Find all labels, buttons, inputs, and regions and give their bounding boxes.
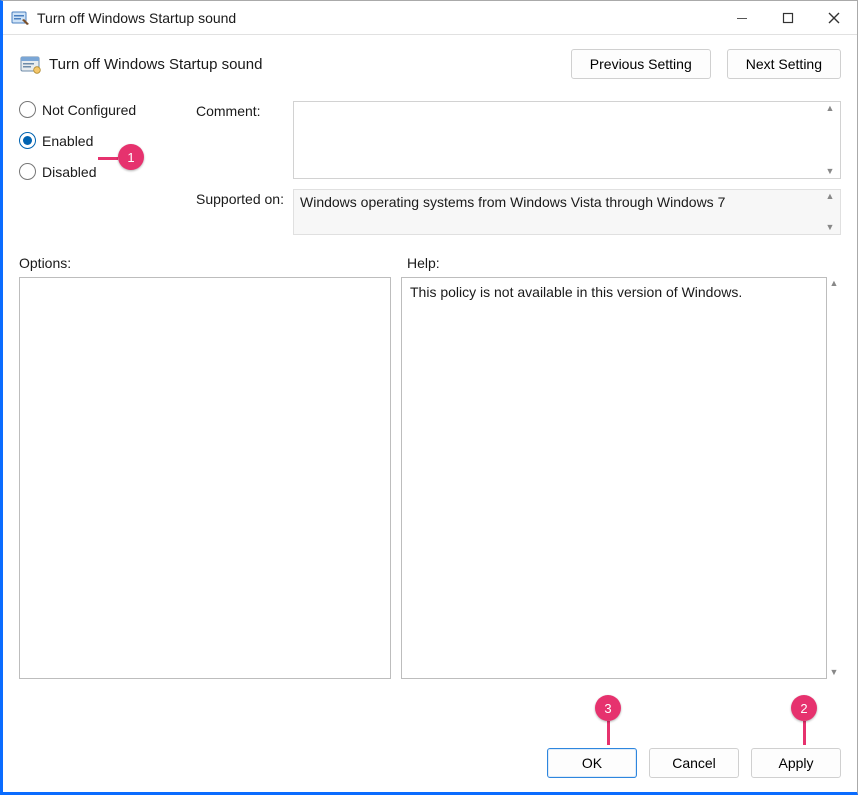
policy-title: Turn off Windows Startup sound [49, 56, 262, 73]
scroll-down-icon: ▼ [826, 223, 835, 232]
scroll-down-icon: ▼ [830, 668, 839, 677]
previous-setting-button[interactable]: Previous Setting [571, 49, 711, 79]
annotation-badge-2: 2 [791, 695, 817, 721]
annotation-line [803, 721, 806, 745]
supported-on-box: Windows operating systems from Windows V… [293, 189, 841, 235]
window-title: Turn off Windows Startup sound [37, 10, 236, 26]
scrollbar-vertical[interactable]: ▲ ▼ [823, 104, 837, 176]
radio-label: Enabled [42, 133, 93, 149]
scroll-up-icon: ▲ [830, 279, 839, 288]
scrollbar-vertical[interactable]: ▲ ▼ [823, 192, 837, 232]
radio-not-configured[interactable]: Not Configured [19, 101, 194, 118]
next-setting-button[interactable]: Next Setting [727, 49, 841, 79]
scroll-down-icon: ▼ [826, 167, 835, 176]
options-pane [19, 277, 391, 679]
annotation-line [98, 157, 118, 160]
annotation-badge-3: 3 [595, 695, 621, 721]
annotation-line [607, 721, 610, 745]
maximize-button[interactable] [765, 1, 811, 35]
scroll-up-icon: ▲ [826, 104, 835, 113]
annotation-badge-1: 1 [118, 144, 144, 170]
radio-icon [19, 132, 36, 149]
supported-on-value: Windows operating systems from Windows V… [300, 194, 725, 210]
minimize-button[interactable] [719, 1, 765, 35]
comment-label: Comment: [196, 101, 291, 179]
supported-on-label: Supported on: [196, 189, 291, 235]
radio-disabled[interactable]: Disabled [19, 163, 194, 180]
comment-textarea[interactable]: ▲ ▼ [293, 101, 841, 179]
titlebar: Turn off Windows Startup sound [3, 1, 857, 35]
ok-button[interactable]: OK [547, 748, 637, 778]
apply-button[interactable]: Apply [751, 748, 841, 778]
help-text: This policy is not available in this ver… [410, 284, 742, 300]
options-label: Options: [19, 255, 407, 271]
radio-icon [19, 101, 36, 118]
radio-enabled[interactable]: Enabled [19, 132, 194, 149]
policy-icon [19, 53, 41, 75]
scroll-up-icon: ▲ [826, 192, 835, 201]
radio-label: Not Configured [42, 102, 136, 118]
gpedit-icon [11, 9, 29, 27]
scrollbar-vertical[interactable]: ▲ ▼ [827, 277, 841, 679]
cancel-button[interactable]: Cancel [649, 748, 739, 778]
help-pane: This policy is not available in this ver… [401, 277, 827, 679]
radio-label: Disabled [42, 164, 96, 180]
radio-icon [19, 163, 36, 180]
close-button[interactable] [811, 1, 857, 35]
help-label: Help: [407, 255, 440, 271]
